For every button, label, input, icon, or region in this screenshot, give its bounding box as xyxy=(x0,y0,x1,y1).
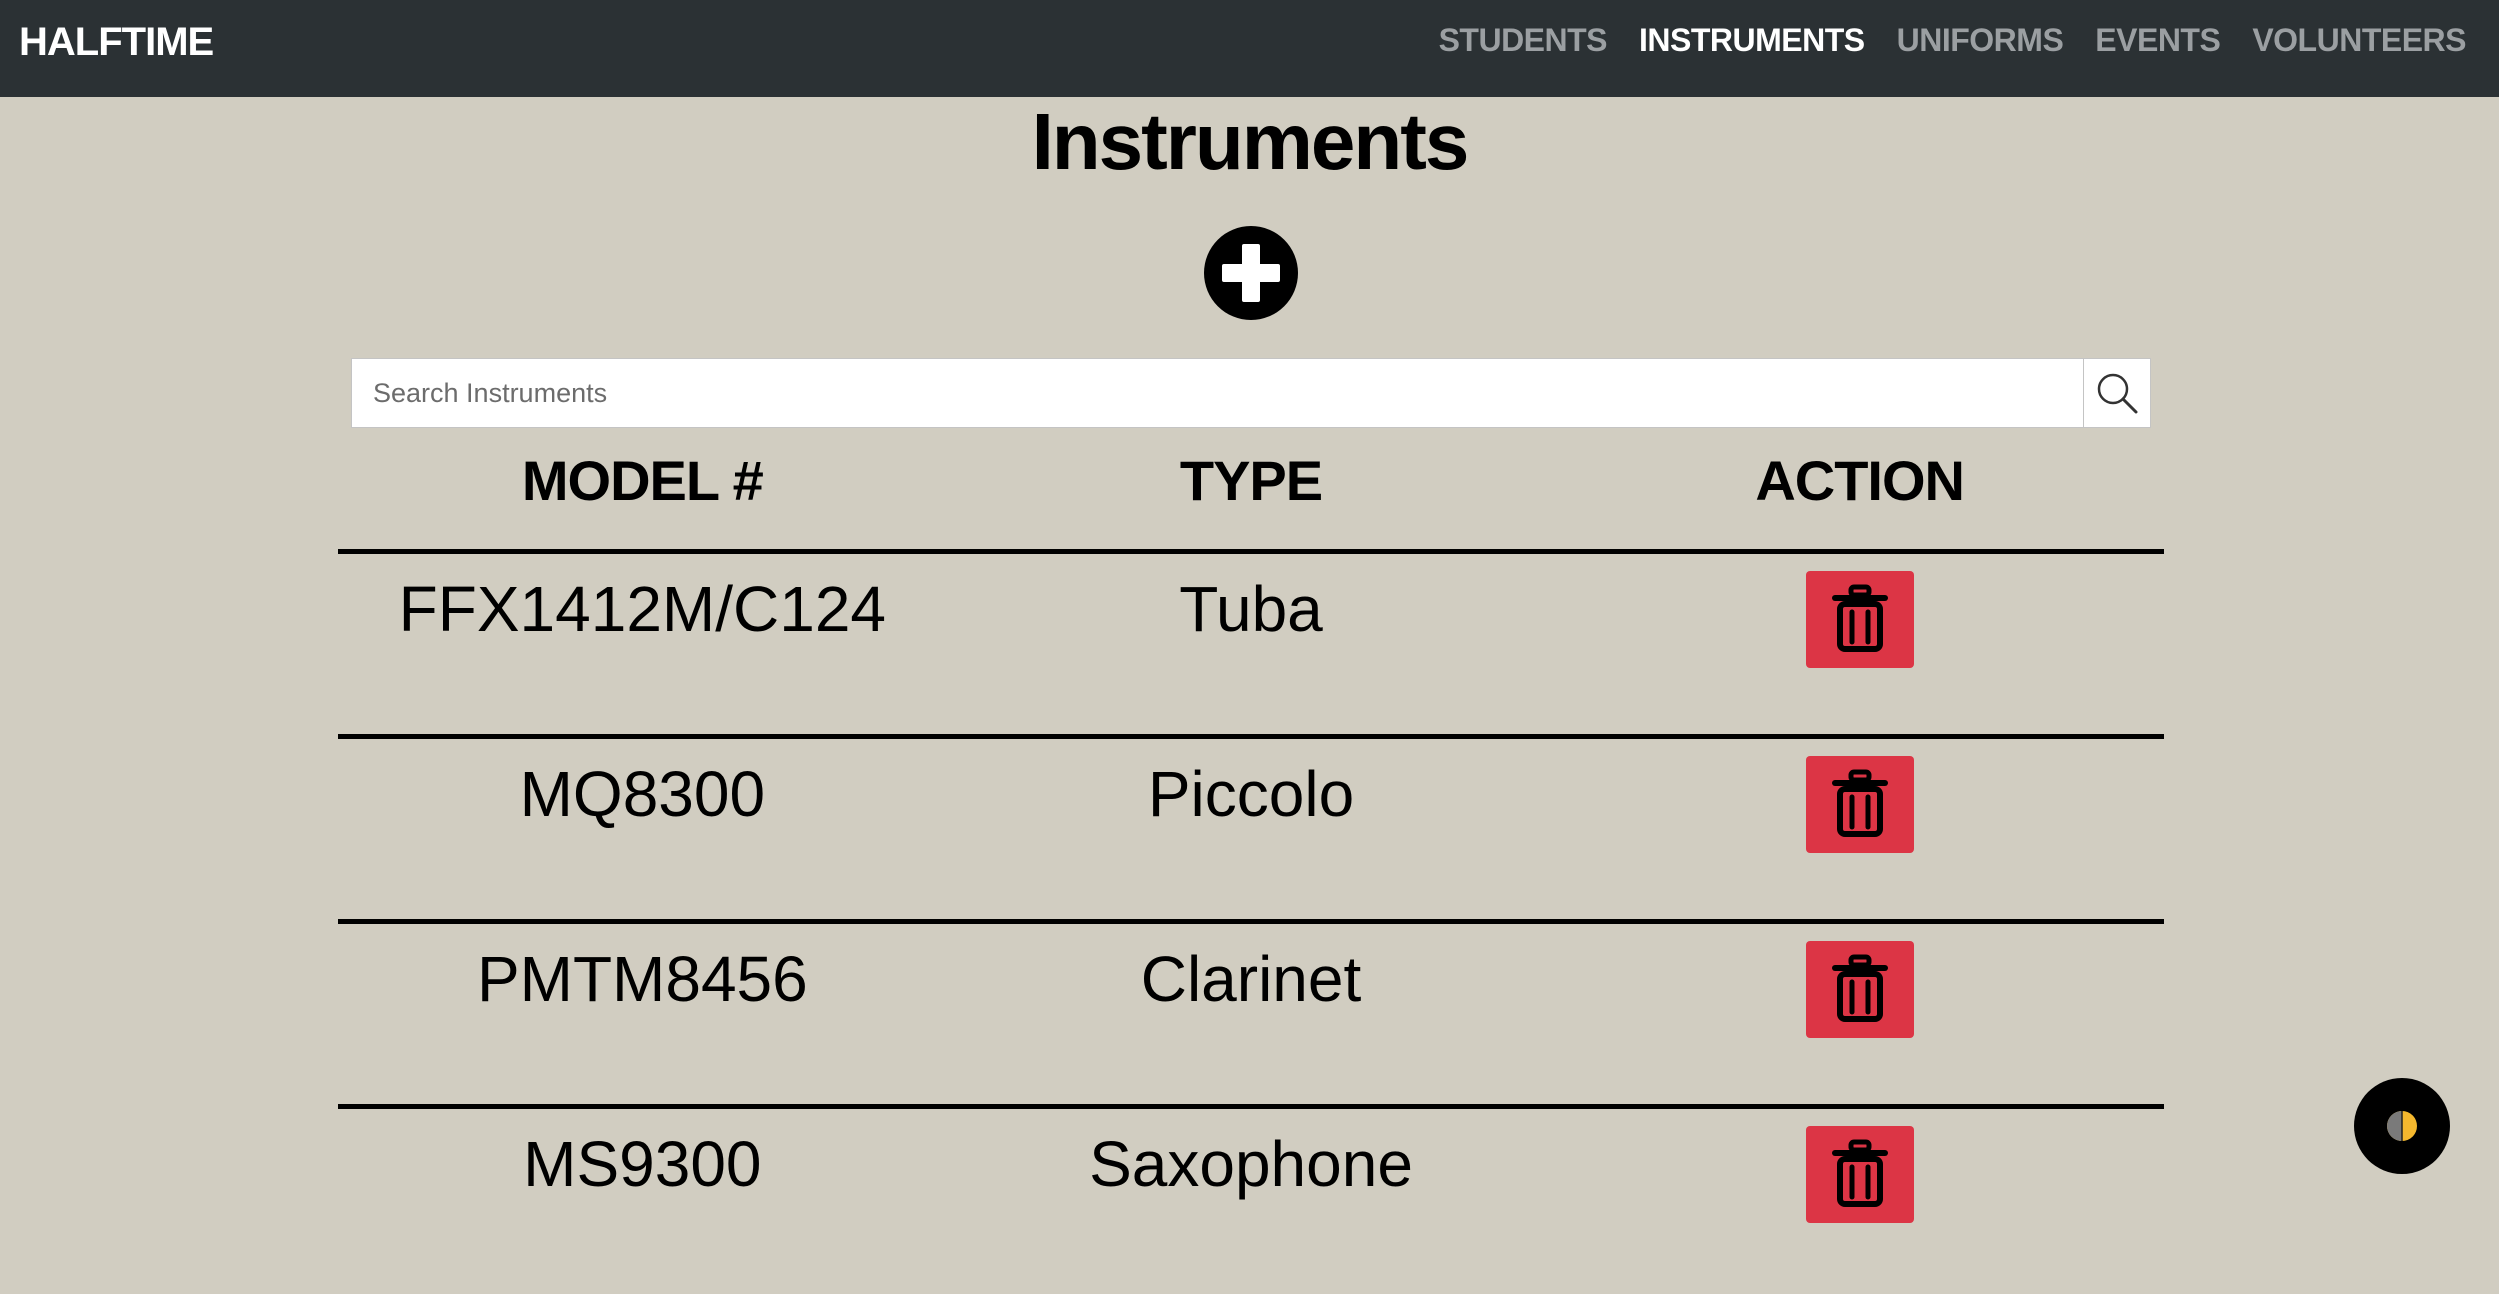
delete-button[interactable] xyxy=(1805,571,1914,668)
header-model: MODEL # xyxy=(521,449,764,512)
nav-link-volunteers[interactable]: VOLUNTEERS xyxy=(2252,22,2466,59)
cell-action xyxy=(1555,924,2164,1104)
header-action: ACTION xyxy=(1755,449,1965,512)
cell-model: MS9300 xyxy=(523,1128,762,1200)
search-bar xyxy=(351,358,2151,428)
trash-icon xyxy=(1831,954,1888,1022)
table-row: PMTM8456 Clarinet xyxy=(338,924,2164,1109)
cell-action xyxy=(1555,739,2164,919)
cell-action xyxy=(1555,554,2164,734)
add-instrument-button[interactable] xyxy=(1204,226,1298,320)
cell-action xyxy=(1555,1109,2164,1294)
brand-logo[interactable]: HALFTIME xyxy=(19,20,214,65)
cell-model: MQ8300 xyxy=(519,758,766,830)
theme-toggle-button[interactable] xyxy=(2354,1078,2450,1174)
page-title: Instruments xyxy=(1031,97,1470,186)
instruments-table: MODEL # TYPE ACTION FFX1412M/C124 Tuba M… xyxy=(338,430,2164,1294)
nav-link-instruments[interactable]: INSTRUMENTS xyxy=(1639,22,1865,59)
plus-circle-icon xyxy=(1222,244,1280,302)
cell-type: Tuba xyxy=(1179,573,1323,645)
table-row: FFX1412M/C124 Tuba xyxy=(338,554,2164,739)
navbar: HALFTIME STUDENTS INSTRUMENTS UNIFORMS E… xyxy=(0,0,2499,97)
cell-model: PMTM8456 xyxy=(476,943,808,1015)
cell-type: Piccolo xyxy=(1147,758,1355,830)
nav-link-uniforms[interactable]: UNIFORMS xyxy=(1897,22,2064,59)
cell-model: FFX1412M/C124 xyxy=(398,573,886,645)
nav-link-students[interactable]: STUDENTS xyxy=(1439,22,1608,59)
trash-icon xyxy=(1831,1139,1888,1207)
search-button[interactable] xyxy=(2083,359,2150,427)
cell-type: Clarinet xyxy=(1140,943,1362,1015)
search-input[interactable] xyxy=(352,359,2083,427)
delete-button[interactable] xyxy=(1805,941,1914,1038)
delete-button[interactable] xyxy=(1805,756,1914,853)
table-header: MODEL # TYPE ACTION xyxy=(338,430,2164,554)
cell-type: Saxophone xyxy=(1089,1128,1413,1200)
trash-icon xyxy=(1831,769,1888,837)
half-moon-icon xyxy=(2387,1111,2417,1141)
nav-link-events[interactable]: EVENTS xyxy=(2095,22,2221,59)
table-row: MQ8300 Piccolo xyxy=(338,739,2164,924)
trash-icon xyxy=(1831,584,1888,652)
table-row: MS9300 Saxophone xyxy=(338,1109,2164,1294)
header-type: TYPE xyxy=(1179,449,1323,512)
nav-links: STUDENTS INSTRUMENTS UNIFORMS EVENTS VOL… xyxy=(1439,22,2467,59)
delete-button[interactable] xyxy=(1805,1126,1914,1223)
search-icon xyxy=(2097,373,2138,414)
